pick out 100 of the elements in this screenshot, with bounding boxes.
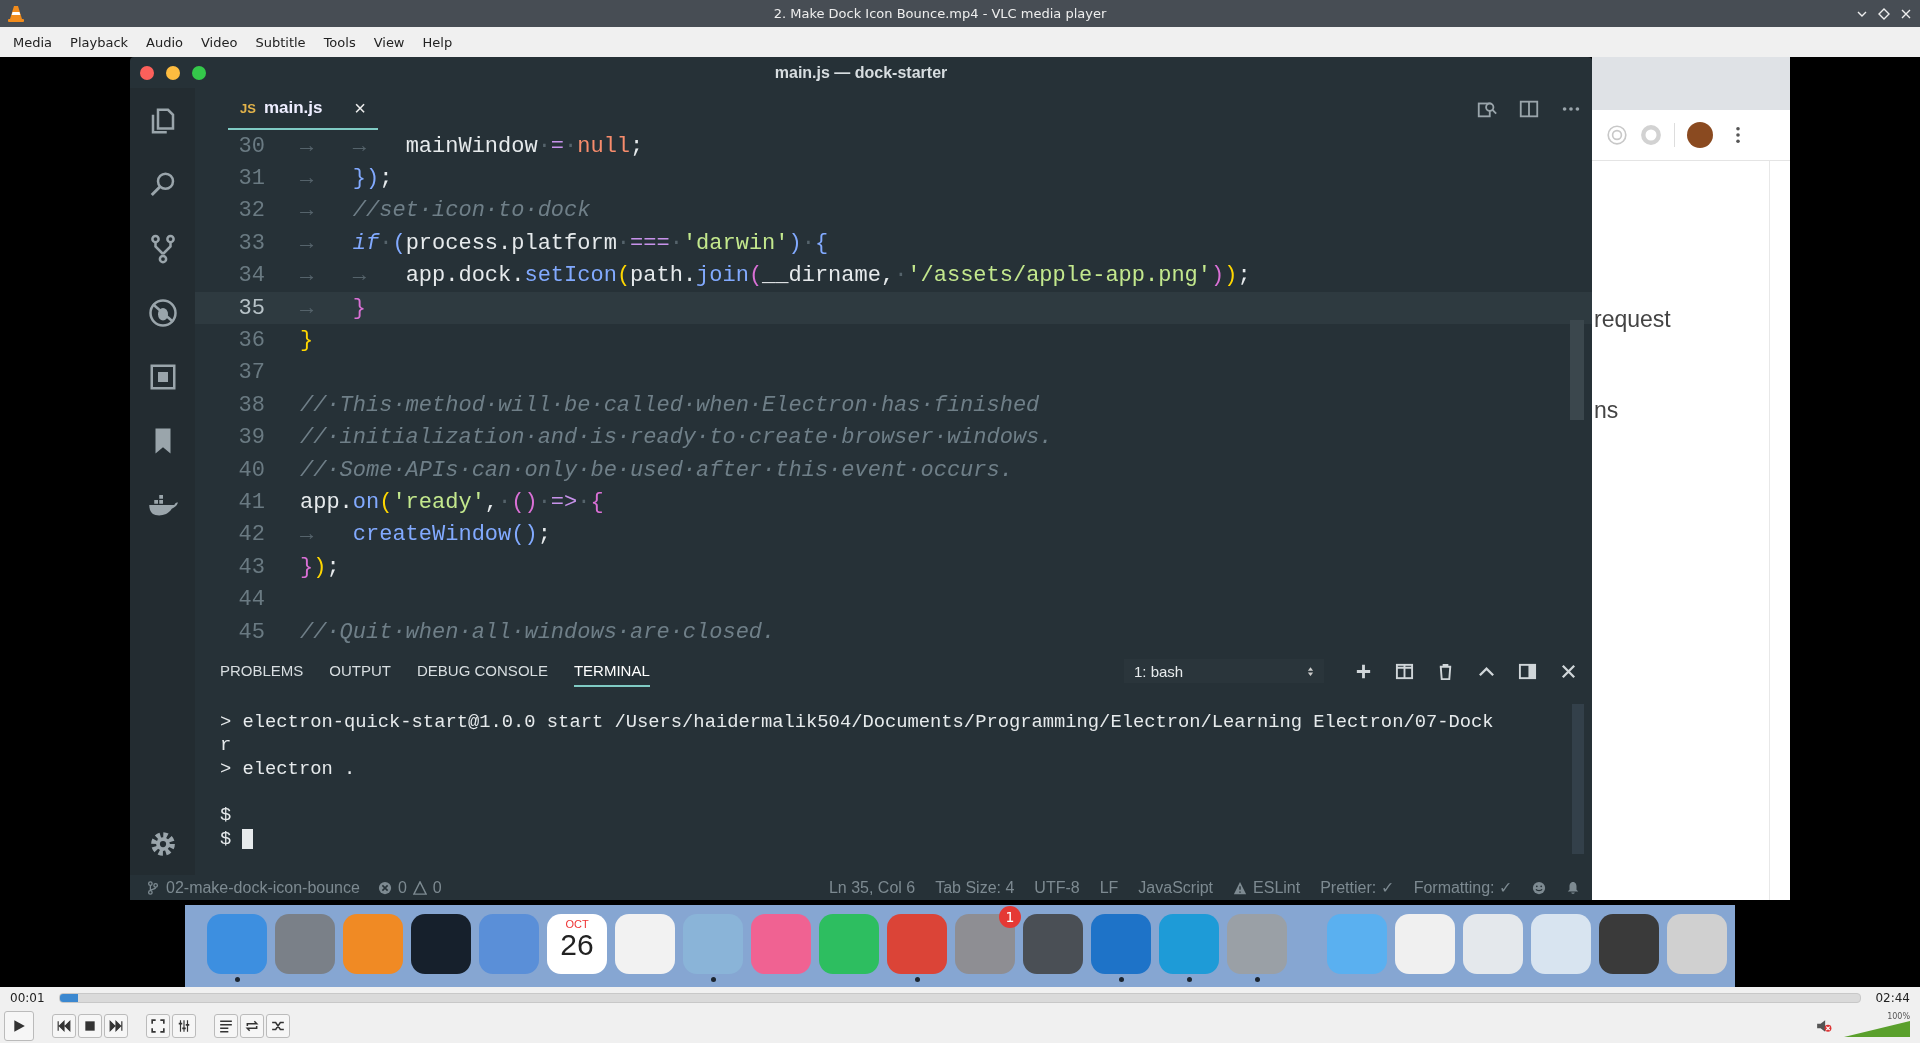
status-item[interactable]: Tab Size: 4 [935, 878, 1015, 897]
menu-item[interactable]: View [364, 34, 414, 50]
editor-title: main.js — dock-starter [774, 63, 948, 82]
line-number: 33 [237, 230, 266, 256]
shuffle-button[interactable] [266, 1014, 290, 1038]
bell-icon[interactable] [1566, 880, 1580, 895]
code-line: → → app.dock.setIcon(path.join(__dirname,·'/assets/apple-app.png')); [300, 263, 1251, 289]
line-number: 37 [237, 360, 266, 386]
next-button[interactable] [104, 1014, 128, 1038]
code-line: //·Quit·when·all·windows·are·closed. [300, 619, 776, 645]
line-number: 34 [237, 263, 266, 289]
playlist-button[interactable] [214, 1014, 238, 1038]
error-count[interactable]: 0 [397, 878, 407, 897]
line-number: 40 [237, 457, 266, 483]
menu-item[interactable]: Help [413, 34, 462, 50]
line-number: 39 [237, 425, 266, 451]
traffic-cone-icon [8, 4, 24, 23]
editor-tab[interactable]: JS main.js × [228, 88, 378, 130]
muted-speaker-icon[interactable] [1816, 1019, 1832, 1033]
minimize-dot-icon[interactable] [166, 66, 180, 80]
zoom-dot-icon[interactable] [192, 66, 206, 80]
window-title: 2. Make Dock Icon Bounce.mp4 - VLC media player [772, 6, 1108, 21]
page-text: ns [1593, 397, 1620, 424]
code-line: //·Some·APIs·can·only·be·used·after·this·event·occurs. [300, 457, 1013, 483]
code-line: } [300, 328, 314, 354]
menu-item[interactable]: Playback [61, 34, 138, 50]
menu-item[interactable]: Video [192, 34, 247, 50]
panel-tab[interactable]: OUTPUT [329, 655, 392, 687]
play-button[interactable] [4, 1011, 34, 1041]
more-icon[interactable] [1735, 126, 1741, 144]
panel-layout-icon[interactable] [1518, 661, 1537, 681]
debug-icon[interactable] [147, 298, 178, 328]
menu-item[interactable]: Subtitle [246, 34, 315, 50]
close-icon[interactable] [1900, 7, 1912, 20]
previous-button[interactable] [52, 1014, 76, 1038]
fullscreen-icon [151, 1019, 165, 1033]
line-number: 43 [237, 554, 266, 580]
terminal-line: > electron-quick-start@1.0.0 start /Users/haidermalik504/Documents/Programming/Electron/Learning Electron/07-Dock [220, 710, 1494, 733]
branch-name[interactable]: 02-make-dock-icon-bounce [166, 878, 360, 897]
elapsed-time: 00:01 [10, 991, 45, 1005]
code-line: → → mainWindow·=·null; [300, 133, 644, 159]
line-number: 31 [237, 166, 266, 192]
status-item[interactable]: JavaScript [1138, 878, 1214, 897]
app-icon[interactable] [411, 914, 471, 974]
terminal-dropdown[interactable]: 1: bash [1124, 659, 1324, 683]
code-line: → } [300, 295, 366, 321]
branch-icon [146, 880, 160, 895]
panel-tab[interactable]: TERMINAL [573, 655, 650, 687]
stop-button[interactable] [78, 1014, 102, 1038]
play-icon [12, 1019, 26, 1033]
menu-item[interactable]: Tools [314, 34, 365, 50]
terminal-line: $ [220, 827, 232, 850]
total-time: 02:44 [1875, 991, 1910, 1005]
status-item[interactable]: ESLint [1253, 878, 1301, 897]
line-number: 35 [237, 295, 266, 321]
shuffle-icon [271, 1019, 285, 1033]
error-icon [377, 880, 392, 895]
loop-button[interactable] [240, 1014, 264, 1038]
list-icon [219, 1019, 233, 1033]
warning-count[interactable]: 0 [432, 878, 442, 897]
panel-tab[interactable]: DEBUG CONSOLE [417, 655, 548, 687]
panel-tab[interactable]: PROBLEMS [220, 655, 304, 687]
stop-icon [83, 1019, 97, 1033]
avatar-icon[interactable] [1687, 122, 1713, 148]
line-number: 36 [237, 328, 266, 354]
split-terminal-icon[interactable] [1395, 661, 1414, 681]
line-number: 44 [237, 587, 266, 613]
equalizer-button[interactable] [172, 1014, 196, 1038]
code-line: //·This·method·will·be·called·when·Electron·has·finished [300, 392, 1040, 418]
app-icon[interactable] [1599, 914, 1659, 974]
menu-item[interactable]: Audio [137, 34, 192, 50]
warning-icon [412, 880, 427, 895]
status-item[interactable]: Formatting: ✓ [1413, 878, 1512, 897]
code-line: → if·(process.platform·===·'darwin')·{ [300, 230, 829, 256]
terminal-line: r [220, 734, 232, 757]
status-item[interactable]: Prettier: ✓ [1320, 878, 1394, 897]
status-item[interactable]: LF [1099, 878, 1119, 897]
line-number: 41 [237, 490, 266, 515]
close-dot-icon[interactable] [140, 66, 154, 80]
next-icon [109, 1019, 123, 1033]
restore-icon[interactable] [1878, 7, 1890, 20]
status-item[interactable]: Ln 35, Col 6 [828, 878, 916, 897]
line-number: 32 [237, 198, 266, 224]
smiley-icon[interactable] [1532, 880, 1546, 895]
code-line: app.on('ready',·()·=>·{ [300, 490, 604, 515]
terminal-line: > electron . [220, 757, 356, 780]
line-number: 38 [237, 392, 266, 418]
status-item[interactable]: UTF-8 [1034, 878, 1080, 897]
code-line: }); [300, 554, 340, 580]
notification-badge: 1 [999, 906, 1021, 928]
menu-item[interactable]: Media [4, 34, 62, 50]
app-icon[interactable] [1023, 914, 1083, 974]
sliders-icon [177, 1019, 191, 1033]
line-number: 45 [237, 619, 266, 645]
split-editor-icon[interactable] [1518, 98, 1540, 120]
close-tab-button[interactable]: × [354, 96, 366, 120]
calendar-icon[interactable]: OCT 26 [547, 914, 607, 974]
js-file-icon: JS [240, 100, 256, 116]
terminal-line: $ [220, 804, 232, 827]
fullscreen-button[interactable] [146, 1014, 170, 1038]
